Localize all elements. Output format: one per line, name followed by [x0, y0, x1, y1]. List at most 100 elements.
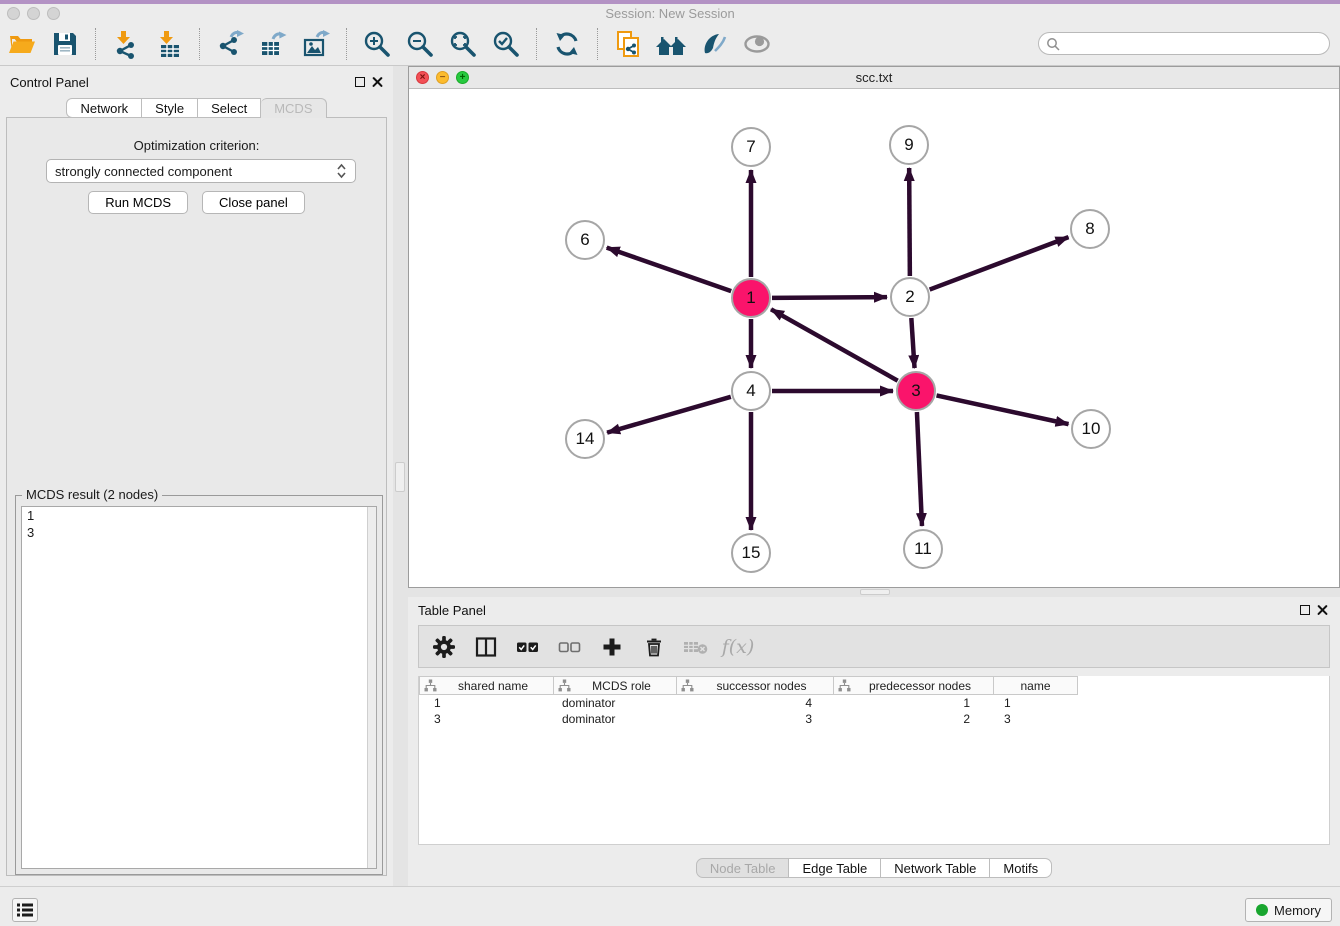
- close-panel-button[interactable]: Close panel: [202, 191, 305, 214]
- optimization-criterion-label: Optimization criterion:: [7, 138, 386, 153]
- show-column-panel-button[interactable]: [473, 634, 499, 660]
- zoom-fit-button[interactable]: [446, 27, 480, 61]
- float-panel-icon[interactable]: [355, 77, 365, 87]
- graph-edge-layer: [409, 89, 1339, 587]
- table-row[interactable]: 3dominator323: [419, 711, 1329, 727]
- tab-mcds[interactable]: MCDS: [261, 98, 326, 118]
- export-network-button[interactable]: [213, 27, 247, 61]
- tab-node-table[interactable]: Node Table: [696, 858, 790, 878]
- control-panel: Control Panel NetworkStyleSelectMCDS Opt…: [0, 66, 393, 886]
- column-type-icon: [681, 679, 694, 692]
- table-settings-button[interactable]: [431, 634, 457, 660]
- hide-eye-button[interactable]: [740, 27, 774, 61]
- deselect-all-columns-button[interactable]: [557, 634, 583, 660]
- select-all-columns-button[interactable]: [515, 634, 541, 660]
- graph-node-8[interactable]: 8: [1070, 209, 1110, 249]
- tab-network[interactable]: Network: [66, 98, 142, 118]
- graph-node-2[interactable]: 2: [890, 277, 930, 317]
- criterion-dropdown[interactable]: strongly connected component: [46, 159, 356, 183]
- graph-edge-3-11[interactable]: [917, 412, 922, 526]
- graph-edge-2-9[interactable]: [909, 168, 910, 276]
- show-task-history-button[interactable]: [12, 898, 38, 922]
- table-cell: 2: [834, 711, 994, 727]
- mcds-result-list[interactable]: 13: [21, 506, 377, 869]
- home-layout-button[interactable]: [654, 27, 688, 61]
- column-header-name[interactable]: name: [994, 676, 1078, 695]
- tab-select[interactable]: Select: [198, 98, 261, 118]
- apply-style-button[interactable]: [697, 27, 731, 61]
- graph-node-7[interactable]: 7: [731, 127, 771, 167]
- export-table-button[interactable]: [256, 27, 290, 61]
- import-network-icon: [111, 29, 141, 59]
- memory-label: Memory: [1274, 903, 1321, 918]
- close-table-panel-icon[interactable]: [1317, 605, 1328, 616]
- delete-column-button[interactable]: [641, 634, 667, 660]
- graph-node-4[interactable]: 4: [731, 371, 771, 411]
- result-scrollbar[interactable]: [367, 507, 376, 868]
- open-folder-icon: [7, 29, 37, 59]
- vertical-splitter[interactable]: [393, 66, 408, 886]
- column-header-successor-nodes[interactable]: successor nodes: [677, 676, 834, 695]
- import-network-button[interactable]: [109, 27, 143, 61]
- zoom-selected-button[interactable]: [489, 27, 523, 61]
- graph-node-6[interactable]: 6: [565, 220, 605, 260]
- graph-node-3[interactable]: 3: [896, 371, 936, 411]
- export-image-button[interactable]: [299, 27, 333, 61]
- graph-edge-2-8[interactable]: [930, 237, 1069, 289]
- column-header-predecessor-nodes[interactable]: predecessor nodes: [834, 676, 994, 695]
- tab-motifs[interactable]: Motifs: [990, 858, 1052, 878]
- graph-edge-2-3[interactable]: [911, 318, 914, 368]
- column-header-shared-name[interactable]: shared name: [419, 676, 554, 695]
- graph-edge-3-1[interactable]: [771, 309, 898, 380]
- column-header-MCDS-role[interactable]: MCDS role: [554, 676, 677, 695]
- graph-edge-3-10[interactable]: [937, 395, 1069, 424]
- vertical-splitter-grip[interactable]: [395, 462, 405, 492]
- memory-button[interactable]: Memory: [1245, 898, 1332, 922]
- graph-node-1[interactable]: 1: [731, 278, 771, 318]
- toolbar-separator: [597, 28, 598, 60]
- delete-table-button-disabled: [683, 634, 709, 660]
- memory-status-icon: [1256, 904, 1268, 916]
- import-table-button[interactable]: [152, 27, 186, 61]
- toolbar-separator: [536, 28, 537, 60]
- graph-node-15[interactable]: 15: [731, 533, 771, 573]
- search-input[interactable]: [1064, 35, 1319, 53]
- search-box[interactable]: [1038, 32, 1330, 55]
- table-panel-tabs: Node TableEdge TableNetwork TableMotifs: [408, 858, 1340, 878]
- graph-edge-1-6[interactable]: [607, 248, 731, 291]
- float-table-panel-icon[interactable]: [1300, 605, 1310, 615]
- toolbar-separator: [199, 28, 200, 60]
- create-column-button[interactable]: [599, 634, 625, 660]
- graph-node-10[interactable]: 10: [1071, 409, 1111, 449]
- graph-edge-4-14[interactable]: [607, 397, 731, 433]
- graph-node-9[interactable]: 9: [889, 125, 929, 165]
- node-table[interactable]: shared nameMCDS rolesuccessor nodesprede…: [418, 676, 1330, 845]
- tab-edge-table[interactable]: Edge Table: [789, 858, 881, 878]
- main-toolbar: [0, 22, 1340, 66]
- split-panes-icon: [475, 636, 497, 658]
- refresh-button[interactable]: [550, 27, 584, 61]
- zoom-out-button[interactable]: [403, 27, 437, 61]
- graph-node-14[interactable]: 14: [565, 419, 605, 459]
- graph-edge-1-2[interactable]: [772, 297, 887, 298]
- save-session-button[interactable]: [48, 27, 82, 61]
- horizontal-splitter-grip[interactable]: [860, 589, 890, 595]
- run-mcds-button[interactable]: Run MCDS: [88, 191, 188, 214]
- tab-style[interactable]: Style: [142, 98, 198, 118]
- horizontal-splitter[interactable]: [408, 588, 1340, 597]
- table-cell: 3: [419, 711, 554, 727]
- toolbar-separator: [346, 28, 347, 60]
- tab-network-table[interactable]: Network Table: [881, 858, 990, 878]
- graph-node-11[interactable]: 11: [903, 529, 943, 569]
- close-panel-icon[interactable]: [372, 77, 383, 88]
- network-canvas[interactable]: 7 9 6 8 1 2 4 3 14 10 15 11: [409, 89, 1339, 587]
- table-cell: 1: [419, 695, 554, 711]
- open-session-button[interactable]: [5, 27, 39, 61]
- copy-network-button[interactable]: [611, 27, 645, 61]
- zoom-selected-icon: [491, 29, 521, 59]
- mcds-result-node: 3: [22, 524, 376, 541]
- table-row[interactable]: 1dominator411: [419, 695, 1329, 711]
- export-table-icon: [258, 29, 288, 59]
- table-cell: dominator: [554, 695, 677, 711]
- zoom-in-button[interactable]: [360, 27, 394, 61]
